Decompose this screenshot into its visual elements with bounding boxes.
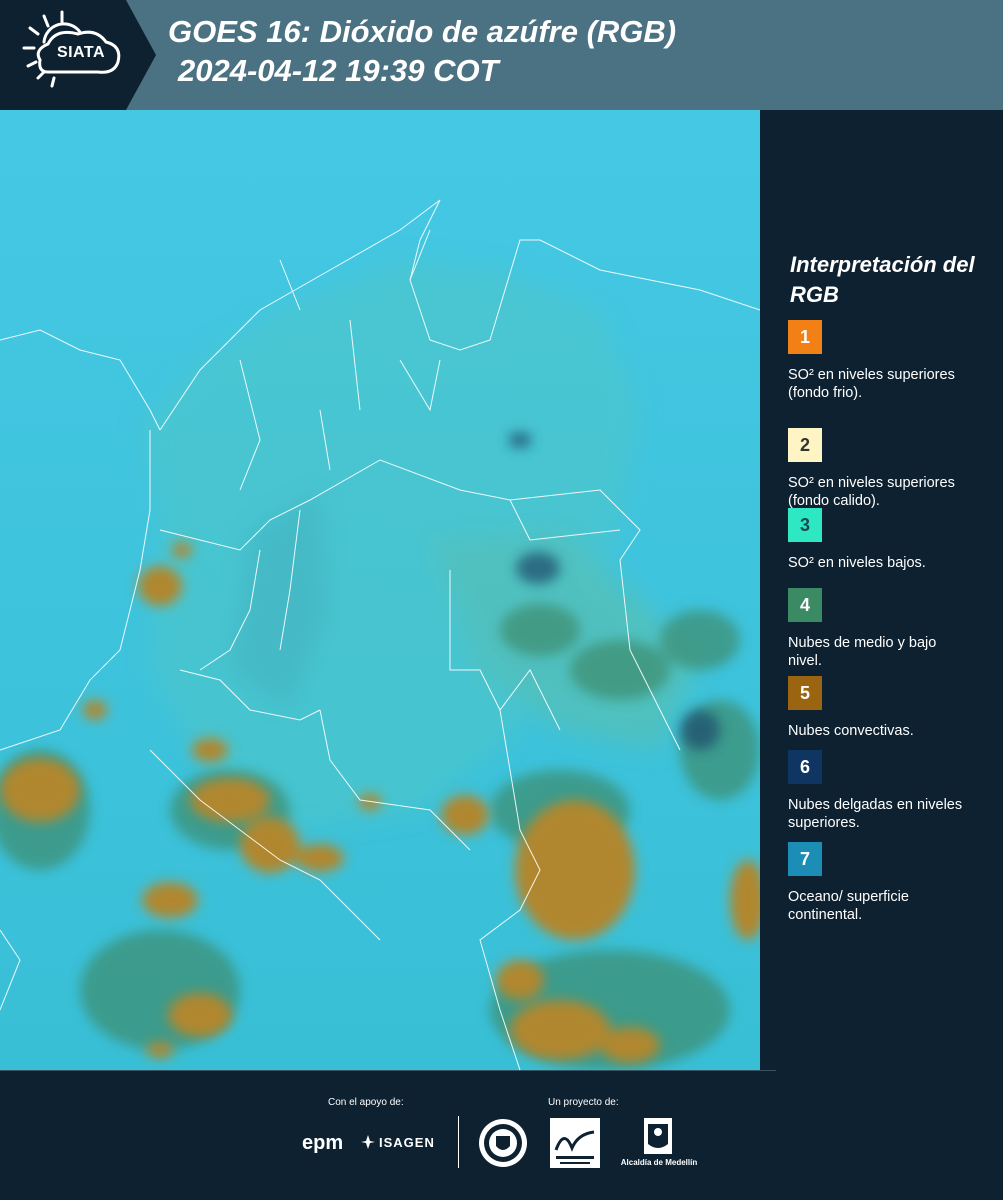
legend-text: SO² en niveles bajos. [788, 555, 926, 571]
legend-title: Interpretación del RGB [790, 252, 975, 307]
legend-text: SO² en niveles superiores (fondo calido)… [788, 475, 955, 509]
legend-item-5: 5 Nubes convectivas. [788, 676, 988, 740]
legend-swatch: 1 [788, 320, 822, 354]
page-title: GOES 16: Dióxido de azúfre (RGB) [168, 14, 677, 49]
siata-logo: SIATA [0, 0, 156, 110]
medellin-seal-icon [478, 1118, 528, 1173]
epm-logo: epm [302, 1132, 344, 1154]
legend-text: Oceano/ superficie continental. [788, 889, 909, 923]
legend-text: Nubes de medio y bajo nivel. [788, 635, 937, 669]
isagen-logo: ISAGEN [360, 1134, 435, 1150]
satellite-map[interactable] [0, 110, 760, 1070]
project-label: Un proyecto de: [548, 1097, 619, 1108]
area-metropolitana-logo [550, 1118, 600, 1168]
legend-swatch: 3 [788, 508, 822, 542]
legend-swatch: 4 [788, 588, 822, 622]
page-timestamp: 2024-04-12 19:39 COT [178, 53, 499, 88]
support-label: Con el apoyo de: [328, 1097, 404, 1108]
legend-swatch: 6 [788, 750, 822, 784]
legend-item-3: 3 SO² en niveles bajos. [788, 508, 988, 572]
footer: Con el apoyo de: Un proyecto de: epm ISA… [0, 1070, 1003, 1200]
header-bar: SIATA GOES 16: Dióxido de azúfre (RGB) 2… [0, 0, 1003, 110]
isagen-mark-icon [360, 1134, 376, 1150]
legend-swatch: 2 [788, 428, 822, 462]
legend-text: SO² en niveles superiores (fondo frio). [788, 367, 955, 401]
legend-text: Nubes convectivas. [788, 723, 914, 739]
legend-item-1: 1 SO² en niveles superiores (fondo frio). [788, 320, 988, 402]
legend-swatch: 5 [788, 676, 822, 710]
legend-item-2: 2 SO² en niveles superiores (fondo calido… [788, 428, 988, 510]
footer-divider-line [0, 1070, 776, 1071]
legend-item-7: 7 Oceano/ superficie continental. [788, 842, 988, 924]
legend-item-4: 4 Nubes de medio y bajo nivel. [788, 588, 988, 670]
legend-panel: Interpretación del RGB 1 SO² en niveles s… [760, 110, 1003, 1070]
siata-logo-text: SIATA [56, 44, 106, 61]
legend-swatch: 7 [788, 842, 822, 876]
legend-text: Nubes delgadas en niveles superiores. [788, 797, 963, 831]
footer-separator [458, 1116, 459, 1168]
isagen-logo-text: ISAGEN [379, 1134, 435, 1150]
alcaldia-label: Alcaldía de Medellín [620, 1158, 698, 1167]
legend-item-6: 6 Nubes delgadas en niveles superiores. [788, 750, 988, 832]
